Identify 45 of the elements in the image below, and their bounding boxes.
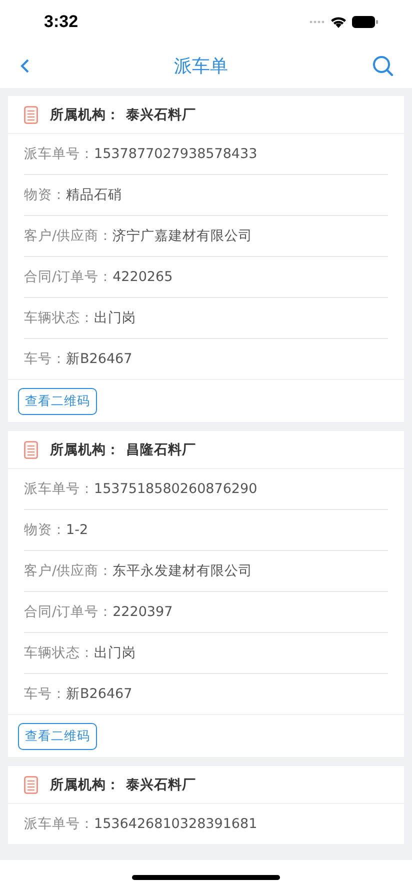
org-name: 泰兴石料厂 <box>126 776 196 794</box>
org-label: 所属机构： <box>50 106 120 124</box>
field-value: 精品石硝 <box>66 186 122 204</box>
field-label: 车号： <box>24 350 66 368</box>
wifi-icon <box>330 16 347 28</box>
field-label: 客户/供应商： <box>24 562 113 580</box>
org-name: 泰兴石料厂 <box>126 106 196 124</box>
field-label: 车辆状态： <box>24 309 94 327</box>
field-label: 物资： <box>24 521 66 539</box>
org-name: 昌隆石料厂 <box>126 440 196 458</box>
field-value: 东平永发建材有限公司 <box>112 562 253 580</box>
field-value: 1-2 <box>66 522 88 538</box>
field-value: 1537877027938578433 <box>94 146 258 162</box>
field-value: 新B26467 <box>66 685 132 703</box>
signal-icon <box>309 20 325 24</box>
field-value: 1537518580260876290 <box>94 481 258 497</box>
field-label: 合同/订单号： <box>24 603 113 621</box>
field-value: 济宁广嘉建材有限公司 <box>112 227 253 245</box>
document-icon <box>24 106 38 124</box>
field-label: 派车单号： <box>24 480 94 498</box>
field-value: 出门岗 <box>94 644 136 662</box>
field-value: 出门岗 <box>94 309 136 327</box>
view-qr-button[interactable]: 查看二维码 <box>18 722 97 750</box>
org-label: 所属机构： <box>50 440 120 458</box>
field-label: 派车单号： <box>24 815 94 833</box>
chevron-left-icon <box>20 58 30 74</box>
battery-icon <box>352 16 378 28</box>
search-icon <box>372 55 394 77</box>
field-label: 车辆状态： <box>24 644 94 662</box>
field-label: 客户/供应商： <box>24 227 113 245</box>
field-value: 4220265 <box>112 269 173 285</box>
field-label: 车号： <box>24 685 66 703</box>
org-label: 所属机构： <box>50 776 120 794</box>
view-qr-button[interactable]: 查看二维码 <box>18 388 97 414</box>
field-value: 2220397 <box>112 604 173 620</box>
field-label: 物资： <box>24 186 66 204</box>
document-icon <box>24 440 38 458</box>
field-label: 合同/订单号： <box>24 268 113 286</box>
field-value: 新B26467 <box>66 350 132 368</box>
home-indicator[interactable] <box>132 874 280 880</box>
document-icon <box>24 776 38 794</box>
field-value: 1536426810328391681 <box>94 816 258 832</box>
page-title: 派车单 <box>174 55 228 78</box>
field-label: 派车单号： <box>24 145 94 163</box>
status-time: 3:32 <box>44 12 78 32</box>
